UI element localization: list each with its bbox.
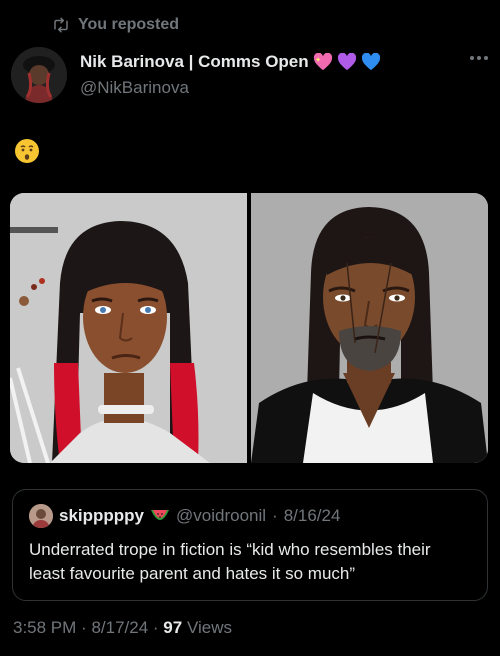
media-image-right[interactable] xyxy=(251,193,488,463)
views-count: 97 xyxy=(163,618,183,637)
quoted-post-text: Underrated trope in fiction is “kid who … xyxy=(29,540,431,583)
quoted-author-avatar[interactable] xyxy=(29,504,53,528)
sparkling-heart-icon xyxy=(313,53,332,71)
watermelon-icon xyxy=(151,510,170,520)
blue-heart-icon xyxy=(361,53,380,71)
post-metadata: 3:58 PM · 8/17/24 · 97 Views xyxy=(13,618,232,638)
quoted-separator: · xyxy=(272,506,278,525)
quoted-author-name[interactable]: skipppppy xyxy=(59,506,144,526)
author-display-name[interactable]: Nik Barinova | Comms Open xyxy=(80,52,309,72)
repost-indicator: You reposted xyxy=(52,14,179,36)
repost-icon xyxy=(54,17,68,33)
quoted-author-handle[interactable]: @voidroonil xyxy=(176,506,266,526)
meta-separator: · xyxy=(152,618,164,637)
author-handle[interactable]: @NikBarinova xyxy=(80,78,189,98)
post-date[interactable]: 8/17/24 xyxy=(91,618,148,637)
purple-heart-icon xyxy=(337,53,356,71)
quoted-post-header: skipppppy @voidroonil · 8/16/24 xyxy=(29,504,340,528)
author-avatar[interactable] xyxy=(11,47,67,103)
kissing-face-emoji xyxy=(15,139,39,163)
more-options-icon[interactable] xyxy=(470,56,488,60)
meta-separator: · xyxy=(81,618,92,637)
quoted-post-date[interactable]: 8/16/24 xyxy=(284,506,341,526)
media-gallery[interactable] xyxy=(10,193,488,463)
post-time[interactable]: 3:58 PM xyxy=(13,618,76,637)
views-label: Views xyxy=(186,618,232,637)
media-image-left[interactable] xyxy=(10,193,247,463)
quoted-post[interactable]: skipppppy @voidroonil · 8/16/24 Underrat… xyxy=(12,489,488,601)
repost-label: You reposted xyxy=(78,16,180,33)
author-name-row[interactable]: Nik Barinova | Comms Open xyxy=(80,52,381,72)
